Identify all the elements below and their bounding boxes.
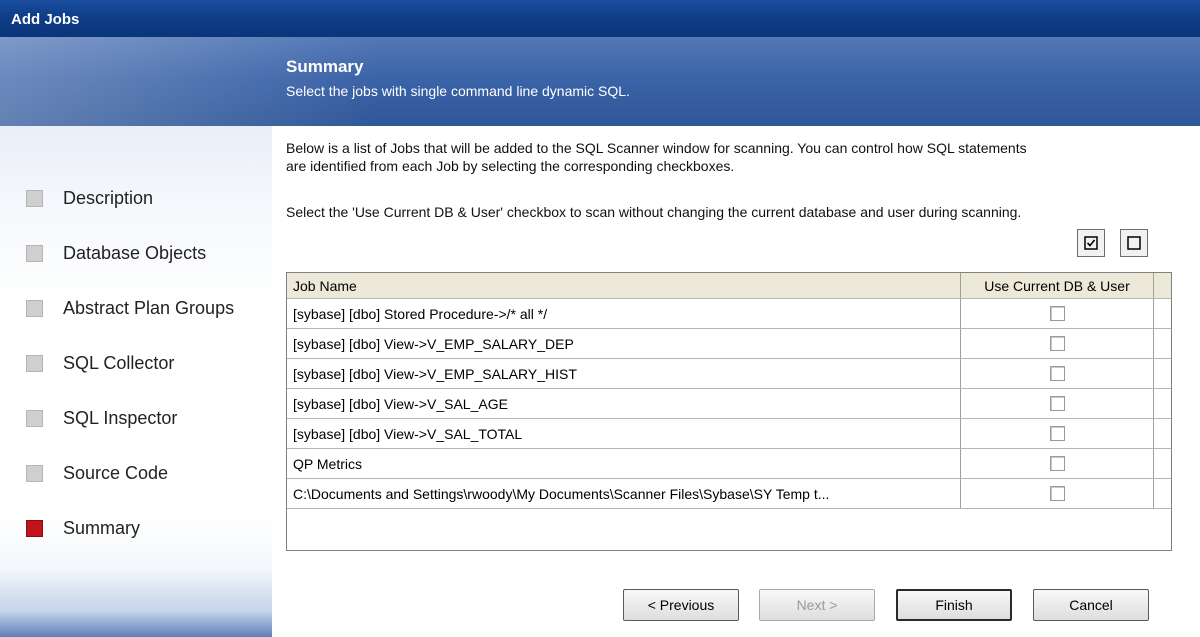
table-row[interactable]: [sybase] [dbo] View->V_EMP_SALARY_DEP [287, 329, 1171, 359]
window-title: Add Jobs [0, 0, 1200, 37]
sidebar-item-sql-inspector: SQL Inspector [26, 407, 177, 429]
job-name-cell: [sybase] [dbo] Stored Procedure->/* all … [287, 299, 961, 328]
job-name-cell: [sybase] [dbo] View->V_EMP_SALARY_HIST [287, 359, 961, 388]
cancel-button[interactable]: Cancel [1033, 589, 1149, 621]
checkbox-cell [961, 419, 1154, 448]
checkbox-cell [961, 359, 1154, 388]
job-name-cell: QP Metrics [287, 449, 961, 478]
table-row[interactable]: [sybase] [dbo] View->V_EMP_SALARY_HIST [287, 359, 1171, 389]
header-streak [0, 37, 380, 126]
sidebar [0, 37, 272, 637]
next-button[interactable]: Next > [759, 589, 875, 621]
intro-line: are identified from each Job by selectin… [286, 158, 735, 174]
use-current-db-checkbox[interactable] [1049, 486, 1065, 501]
job-name-cell: [sybase] [dbo] View->V_SAL_AGE [287, 389, 961, 418]
sidebar-item-label: Source Code [63, 462, 169, 483]
table-row[interactable]: [sybase] [dbo] View->V_SAL_AGE [287, 389, 1171, 419]
header-band [0, 37, 1200, 126]
previous-button[interactable]: < Previous [623, 589, 739, 621]
table-row[interactable]: C:\Documents and Settings\rwoody\My Docu… [287, 479, 1171, 509]
jobs-table[interactable]: Job Name Use Current DB & User [sybase] … [286, 272, 1172, 551]
step-indicator-icon [26, 519, 43, 537]
use-current-db-checkbox[interactable] [1049, 396, 1065, 411]
use-current-db-checkbox[interactable] [1049, 456, 1065, 471]
sidebar-item-description: Description [26, 187, 153, 209]
step-indicator-icon [26, 189, 43, 207]
empty-box-icon [1127, 236, 1141, 250]
checked-box-icon [1084, 236, 1098, 250]
step-indicator-icon [26, 244, 43, 262]
job-name-cell: [sybase] [dbo] View->V_SAL_TOTAL [287, 419, 961, 448]
sidebar-item-source-code: Source Code [26, 462, 168, 484]
select-all-button[interactable] [1077, 229, 1105, 257]
sidebar-item-label: Summary [63, 517, 141, 538]
finish-button[interactable]: Finish [896, 589, 1012, 621]
checkbox-cell [961, 329, 1154, 358]
clear-all-button[interactable] [1120, 229, 1148, 257]
column-header-use-current-db[interactable]: Use Current DB & User [961, 273, 1154, 298]
sidebar-item-label: Abstract Plan Groups [63, 297, 235, 318]
table-row[interactable]: QP Metrics [287, 449, 1171, 479]
use-current-db-checkbox[interactable] [1049, 426, 1065, 441]
intro-line: Below is a list of Jobs that will be add… [286, 140, 1027, 156]
step-indicator-icon [26, 299, 43, 317]
table-row[interactable]: [sybase] [dbo] View->V_SAL_TOTAL [287, 419, 1171, 449]
checkbox-cell [961, 299, 1154, 328]
column-header-job-name[interactable]: Job Name [287, 273, 961, 298]
step-indicator-icon [26, 409, 43, 427]
job-name-cell: C:\Documents and Settings\rwoody\My Docu… [287, 479, 961, 508]
use-current-db-checkbox[interactable] [1049, 366, 1065, 381]
sidebar-item-summary: Summary [26, 517, 140, 539]
sidebar-item-label: Description [63, 187, 154, 208]
job-name-cell: [sybase] [dbo] View->V_EMP_SALARY_DEP [287, 329, 961, 358]
use-current-db-checkbox[interactable] [1049, 306, 1065, 321]
page-title: Summary [286, 57, 364, 76]
checkbox-cell [961, 389, 1154, 418]
instruction-text: Select the 'Use Current DB & User' check… [286, 204, 1022, 220]
intro-text: Below is a list of Jobs that will be add… [286, 139, 1027, 175]
sidebar-item-label: SQL Inspector [63, 407, 178, 428]
page-subtitle: Select the jobs with single command line… [286, 83, 630, 99]
step-indicator-icon [26, 464, 43, 482]
table-row[interactable]: [sybase] [dbo] Stored Procedure->/* all … [287, 299, 1171, 329]
checkbox-cell [961, 479, 1154, 508]
sidebar-item-database-objects: Database Objects [26, 242, 206, 264]
sidebar-item-label: Database Objects [63, 242, 207, 263]
sidebar-item-sql-collector: SQL Collector [26, 352, 174, 374]
sidebar-item-label: SQL Collector [63, 352, 175, 373]
checkbox-cell [961, 449, 1154, 478]
step-indicator-icon [26, 354, 43, 372]
use-current-db-checkbox[interactable] [1049, 336, 1065, 351]
table-header: Job Name Use Current DB & User [287, 273, 1171, 299]
sidebar-item-abstract-plan-groups: Abstract Plan Groups [26, 297, 234, 319]
